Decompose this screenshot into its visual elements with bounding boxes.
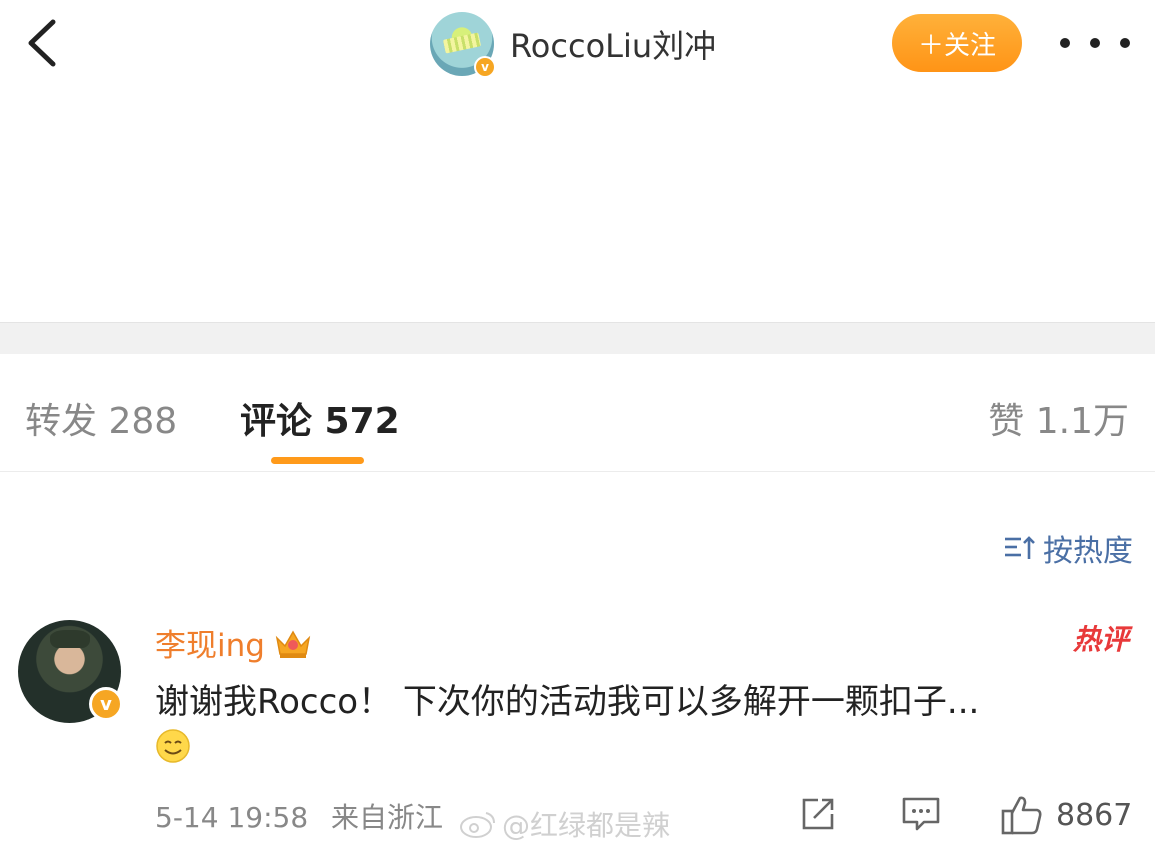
avatar-image — [50, 630, 90, 648]
active-tab-indicator — [271, 457, 364, 464]
watermark: @红绿都是辣 — [458, 804, 670, 844]
comment-timestamp: 5-14 19:58 — [155, 801, 309, 834]
profile-username[interactable]: RoccoLiu刘冲 — [510, 21, 716, 67]
profile-header[interactable]: v RoccoLiu刘冲 — [430, 12, 716, 78]
commenter-avatar[interactable]: v — [18, 620, 123, 723]
section-divider — [0, 322, 1155, 354]
verified-badge-icon: v — [474, 56, 496, 78]
tab-likes[interactable]: 赞 1.1万 — [988, 392, 1129, 444]
avatar-image — [442, 32, 482, 54]
back-button[interactable] — [16, 18, 66, 68]
smile-emoji-icon — [155, 728, 191, 764]
sort-button[interactable]: 按热度 — [1003, 526, 1133, 570]
commenter-name-row: 李现ing — [155, 620, 313, 665]
avatar[interactable]: v — [430, 12, 496, 78]
comment-meta: 5-14 19:58 来自浙江 — [155, 796, 443, 836]
top-bar: v RoccoLiu刘冲 ＋关注 — [0, 0, 1155, 100]
post-content-area — [0, 100, 1155, 322]
sort-label: 按热度 — [1043, 534, 1133, 569]
share-icon — [802, 798, 834, 830]
share-button[interactable] — [798, 794, 838, 834]
more-dot — [1120, 38, 1130, 48]
tab-reposts[interactable]: 转发 288 — [25, 392, 177, 444]
interaction-tabs: 转发 288 评论 572 赞 1.1万 — [0, 354, 1155, 472]
follow-button[interactable]: ＋关注 — [892, 14, 1022, 72]
more-dot — [1090, 38, 1100, 48]
hot-comment-badge: 热评 — [1072, 623, 1129, 656]
watermark-text: @红绿都是辣 — [502, 809, 671, 842]
crown-icon — [273, 626, 313, 660]
comment-text: 谢谢我Rocco！ 下次你的活动我可以多解开一颗扣子... — [155, 682, 980, 722]
comment-location: 来自浙江 — [331, 801, 444, 834]
like-button[interactable]: 8867 — [1000, 794, 1132, 836]
commenter-name[interactable]: 李现ing — [155, 620, 265, 665]
comment-item: v 李现ing 热评 谢谢我Rocco！ 下次你的活动我可以多解开一颗扣子...… — [0, 600, 1155, 853]
tab-comments[interactable]: 评论 572 — [240, 392, 400, 444]
chevron-left-icon — [28, 19, 56, 67]
more-options-icon[interactable] — [1060, 30, 1130, 56]
verified-badge-icon: v — [89, 687, 123, 721]
thumbs-up-icon — [1001, 796, 1042, 835]
weibo-logo-icon — [460, 812, 495, 838]
comment-icon — [902, 797, 940, 831]
reply-button[interactable] — [900, 794, 942, 834]
like-count: 8867 — [1056, 797, 1133, 833]
more-dot — [1060, 38, 1070, 48]
sort-icon — [1003, 534, 1037, 562]
